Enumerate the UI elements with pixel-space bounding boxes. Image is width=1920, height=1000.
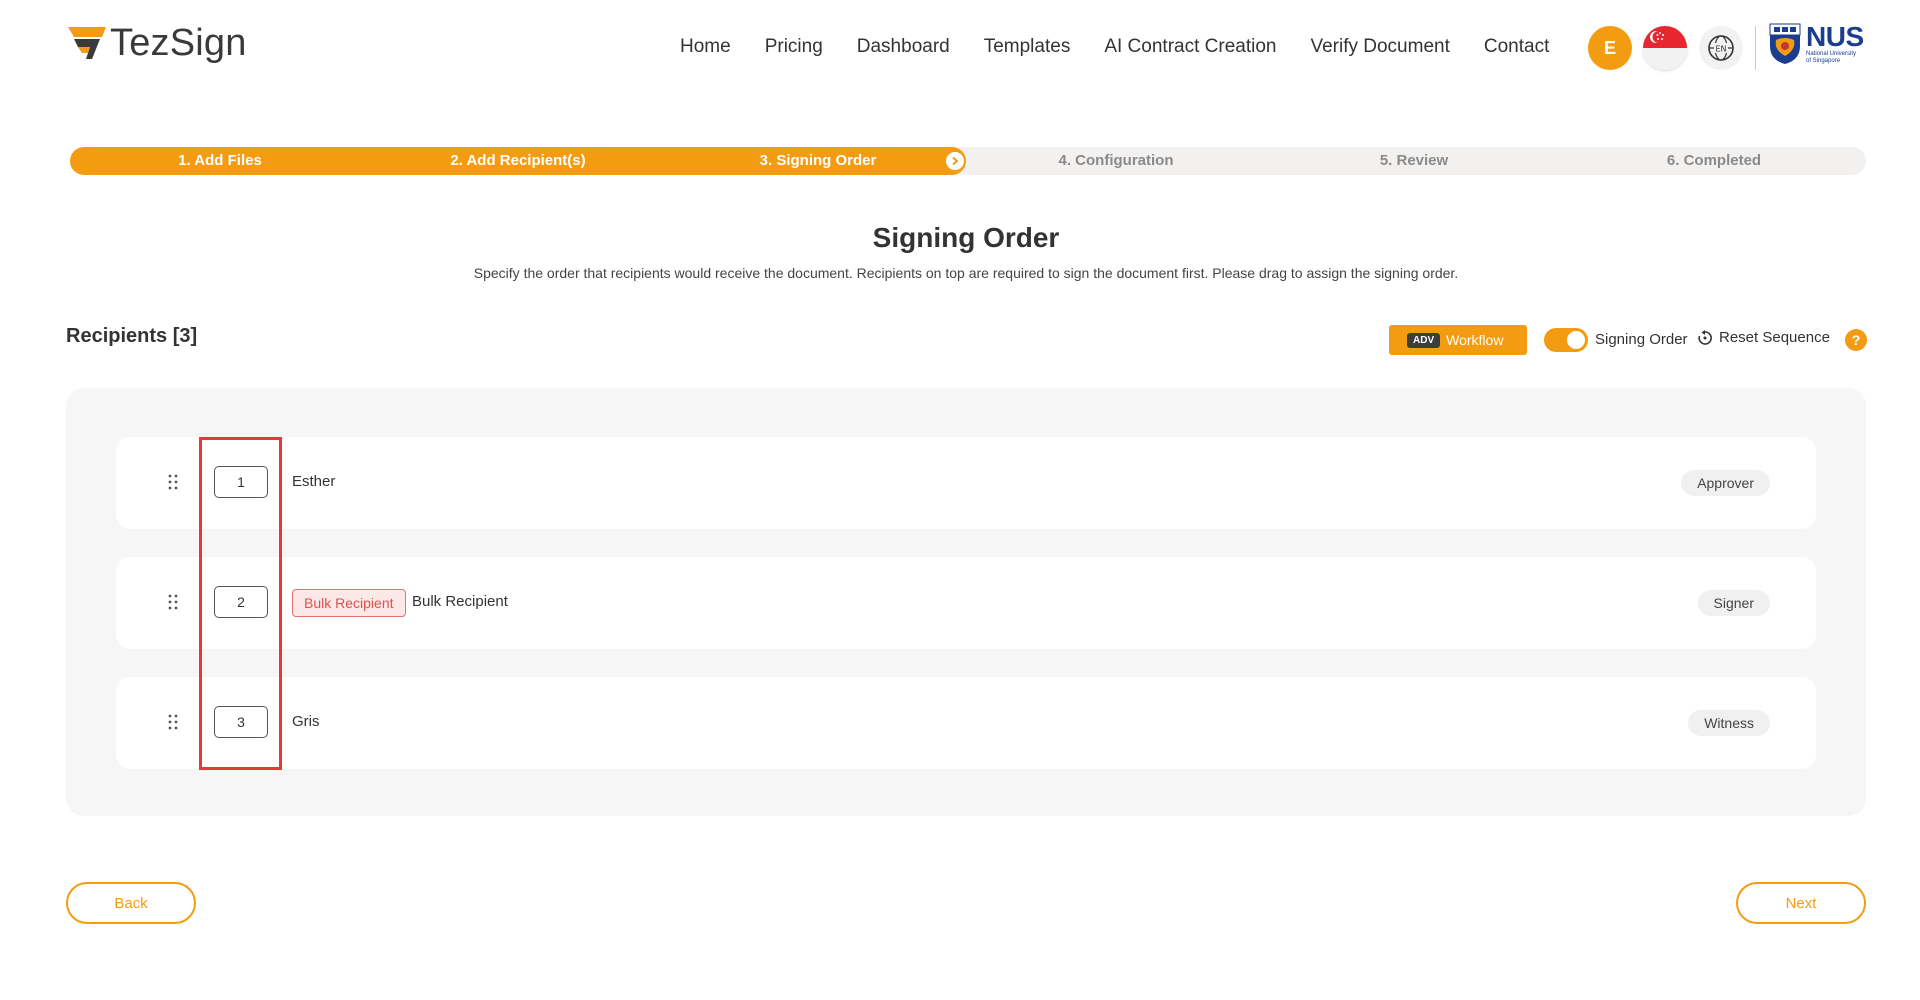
user-avatar[interactable]: E: [1588, 26, 1632, 70]
nav-templates[interactable]: Templates: [984, 36, 1071, 58]
advanced-workflow-button[interactable]: ADV Workflow: [1389, 325, 1527, 355]
nav-verify-document[interactable]: Verify Document: [1310, 36, 1449, 58]
svg-text:EN: EN: [1715, 45, 1726, 54]
language-selector[interactable]: EN: [1699, 26, 1743, 70]
brand-name: TezSign: [110, 22, 247, 64]
nav-pricing[interactable]: Pricing: [765, 36, 823, 58]
recipient-row[interactable]: 1 Esther Approver: [116, 437, 1816, 529]
user-initial: E: [1603, 37, 1616, 58]
step-completed: 6. Completed: [1666, 152, 1762, 169]
signing-order-label: Signing Order: [1595, 331, 1688, 348]
current-step-arrow-icon: [946, 152, 964, 170]
tezsign-logo[interactable]: TezSign: [66, 22, 247, 65]
next-button[interactable]: Next: [1736, 882, 1866, 924]
step-signing-order[interactable]: 3. Signing Order: [688, 147, 948, 175]
tezsign-logo-icon: [68, 26, 106, 59]
nav-dashboard[interactable]: Dashboard: [857, 36, 950, 58]
header-divider: [1755, 26, 1756, 70]
back-button[interactable]: Back: [66, 882, 196, 924]
recipient-name: Gris: [292, 713, 320, 730]
nus-logo: NUS National University of Singapore: [1768, 22, 1864, 66]
step-add-recipients[interactable]: 2. Add Recipient(s): [388, 147, 648, 175]
role-badge: Signer: [1697, 590, 1770, 616]
help-icon[interactable]: ?: [1845, 329, 1867, 351]
globe-icon: EN: [1708, 35, 1734, 61]
drag-handle-icon[interactable]: [168, 713, 178, 731]
bulk-recipient-tag: Bulk Recipient: [292, 589, 406, 617]
progress-stepper: 1. Add Files 2. Add Recipient(s) 3. Sign…: [70, 147, 1866, 175]
nav-ai-contract-creation[interactable]: AI Contract Creation: [1104, 36, 1276, 58]
recipient-row[interactable]: 2 Bulk Recipient Bulk Recipient Signer: [116, 557, 1816, 649]
nus-name: NUS: [1806, 21, 1864, 52]
nav-home[interactable]: Home: [680, 36, 731, 58]
role-badge: Approver: [1681, 470, 1770, 496]
adv-badge: ADV: [1407, 332, 1441, 348]
nus-subtitle-1: National University: [1806, 51, 1857, 57]
step-review: 5. Review: [1379, 152, 1449, 169]
singapore-flag-icon[interactable]: [1643, 26, 1687, 70]
reset-icon: [1698, 329, 1712, 345]
drag-handle-icon[interactable]: [168, 593, 178, 611]
nus-crest-icon: [1769, 23, 1801, 64]
role-badge: Witness: [1688, 710, 1770, 736]
recipient-name: Esther: [292, 473, 336, 490]
page-title: Signing Order: [872, 222, 1060, 253]
nav-contact[interactable]: Contact: [1484, 36, 1549, 58]
order-column-highlight: [199, 437, 282, 770]
step-add-files[interactable]: 1. Add Files: [90, 147, 350, 175]
recipient-row[interactable]: 3 Gris Witness: [116, 677, 1816, 769]
nus-subtitle-2: of Singapore: [1806, 58, 1841, 64]
recipient-name: Bulk Recipient: [412, 593, 508, 610]
workflow-label: Workflow: [1446, 332, 1504, 348]
signing-order-toggle[interactable]: [1544, 328, 1588, 352]
header: TezSign Home Pricing Dashboard Templates…: [0, 0, 1920, 95]
recipients-heading: Recipients [3]: [66, 325, 198, 347]
reset-sequence-button[interactable]: Reset Sequence: [1697, 329, 1830, 346]
recipients-list-panel: 1 Esther Approver 2 Bulk Recipient Bulk …: [66, 388, 1866, 816]
main-nav: Home Pricing Dashboard Templates AI Cont…: [680, 36, 1583, 58]
step-configuration: 4. Configuration: [1058, 152, 1174, 169]
drag-handle-icon[interactable]: [168, 473, 178, 491]
reset-sequence-label: Reset Sequence: [1719, 329, 1830, 346]
page-subtitle: Specify the order that recipients would …: [473, 265, 1459, 281]
